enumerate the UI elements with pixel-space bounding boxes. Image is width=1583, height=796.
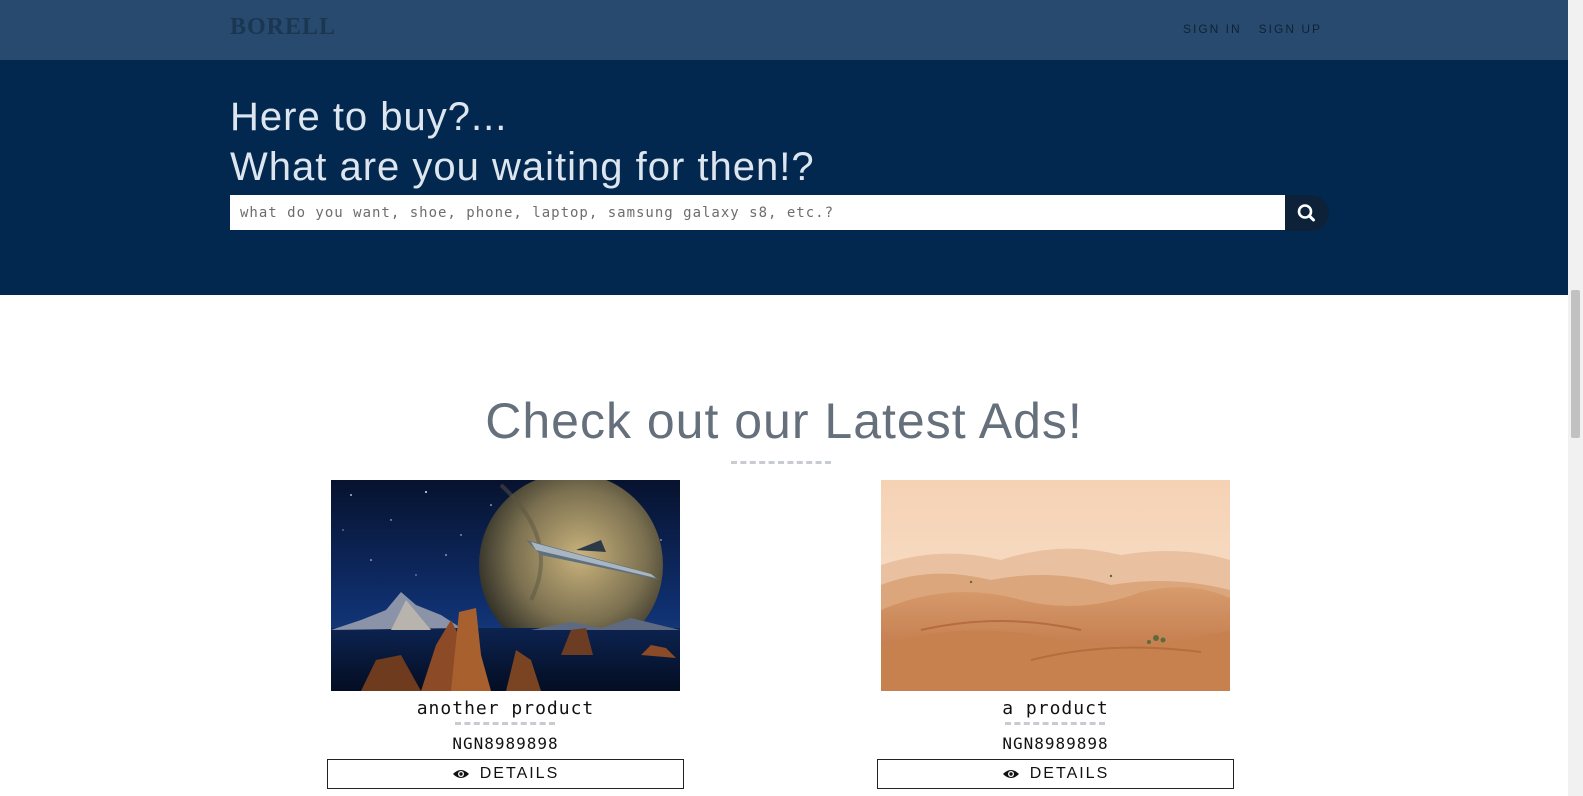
product-divider — [1005, 722, 1105, 725]
product-price: NGN8989898 — [452, 734, 559, 753]
product-name[interactable]: another product — [327, 698, 684, 719]
product-divider — [455, 722, 555, 725]
details-button[interactable]: DETAILS — [327, 759, 684, 789]
hero-banner: Here to buy?... What are you waiting for… — [0, 60, 1568, 295]
search-input[interactable] — [230, 195, 1285, 230]
nav-links: SIGN IN SIGN UP — [1183, 22, 1322, 36]
details-button-label: DETAILS — [1029, 765, 1110, 782]
hero-heading: Here to buy?... What are you waiting for… — [230, 92, 815, 192]
page-scrollbar[interactable] — [1568, 0, 1583, 796]
top-navbar: BORELL SIGN IN SIGN UP — [0, 0, 1568, 60]
eye-icon — [452, 770, 469, 778]
sign-in-link[interactable]: SIGN IN — [1183, 22, 1242, 36]
eye-icon — [1002, 770, 1019, 778]
latest-ads-heading: Check out our Latest Ads! — [485, 393, 1083, 449]
details-button[interactable]: DETAILS — [877, 759, 1234, 789]
hero-line-1: Here to buy?... — [230, 95, 508, 139]
sign-up-link[interactable]: SIGN UP — [1259, 22, 1322, 36]
product-name[interactable]: a product — [877, 698, 1234, 719]
heading-divider — [731, 461, 831, 464]
product-image-desert[interactable] — [881, 480, 1230, 691]
brand-logo[interactable]: BORELL — [230, 14, 336, 41]
search-button[interactable] — [1285, 195, 1329, 231]
hero-line-2: What are you waiting for then!? — [230, 145, 815, 189]
search-icon — [1297, 204, 1315, 222]
product-price: NGN8989898 — [1002, 734, 1109, 753]
details-button-label: DETAILS — [479, 765, 560, 782]
product-image-space-scene[interactable] — [331, 480, 680, 691]
scrollbar-thumb[interactable] — [1571, 290, 1580, 438]
